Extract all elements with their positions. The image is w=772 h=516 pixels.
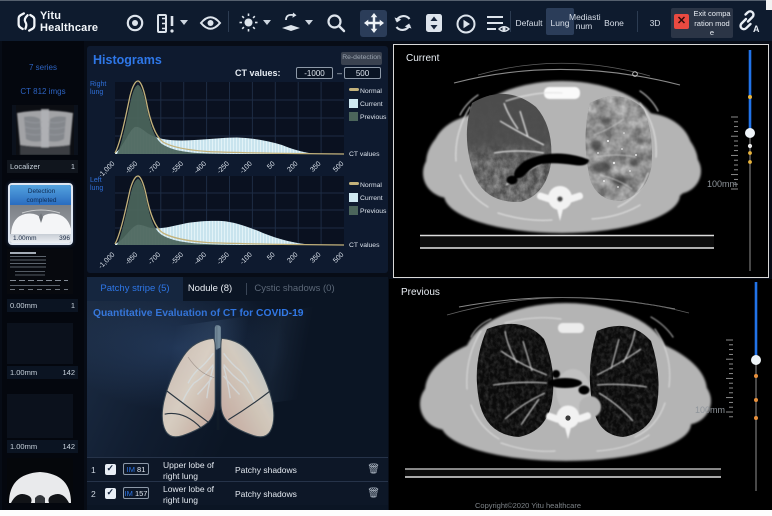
svg-text:200: 200: [286, 160, 299, 173]
svg-text:500: 500: [332, 160, 345, 173]
svg-text:Current: Current: [360, 195, 383, 202]
svg-text:Normal: Normal: [360, 88, 382, 95]
svg-text:-250: -250: [216, 251, 231, 266]
svg-text:-100: -100: [239, 251, 254, 266]
svg-text:50: 50: [266, 251, 277, 262]
svg-text:200: 200: [286, 251, 299, 264]
svg-text:CT values: CT values: [349, 151, 380, 158]
svg-text:500: 500: [332, 251, 345, 264]
svg-text:CT values: CT values: [349, 242, 380, 249]
svg-text:-400: -400: [193, 251, 208, 266]
svg-text:Normal: Normal: [360, 182, 382, 189]
svg-text:Previous: Previous: [360, 208, 387, 215]
svg-text:50: 50: [266, 160, 277, 171]
svg-text:A: A: [753, 24, 760, 34]
svg-text:-1,000: -1,000: [97, 251, 116, 270]
svg-text:Previous: Previous: [360, 114, 387, 121]
svg-text:Current: Current: [360, 101, 383, 108]
svg-text:-700: -700: [147, 251, 162, 266]
svg-text:350: 350: [309, 160, 322, 173]
svg-text:-550: -550: [170, 251, 185, 266]
svg-text:-850: -850: [124, 251, 139, 266]
svg-text:350: 350: [309, 251, 322, 264]
